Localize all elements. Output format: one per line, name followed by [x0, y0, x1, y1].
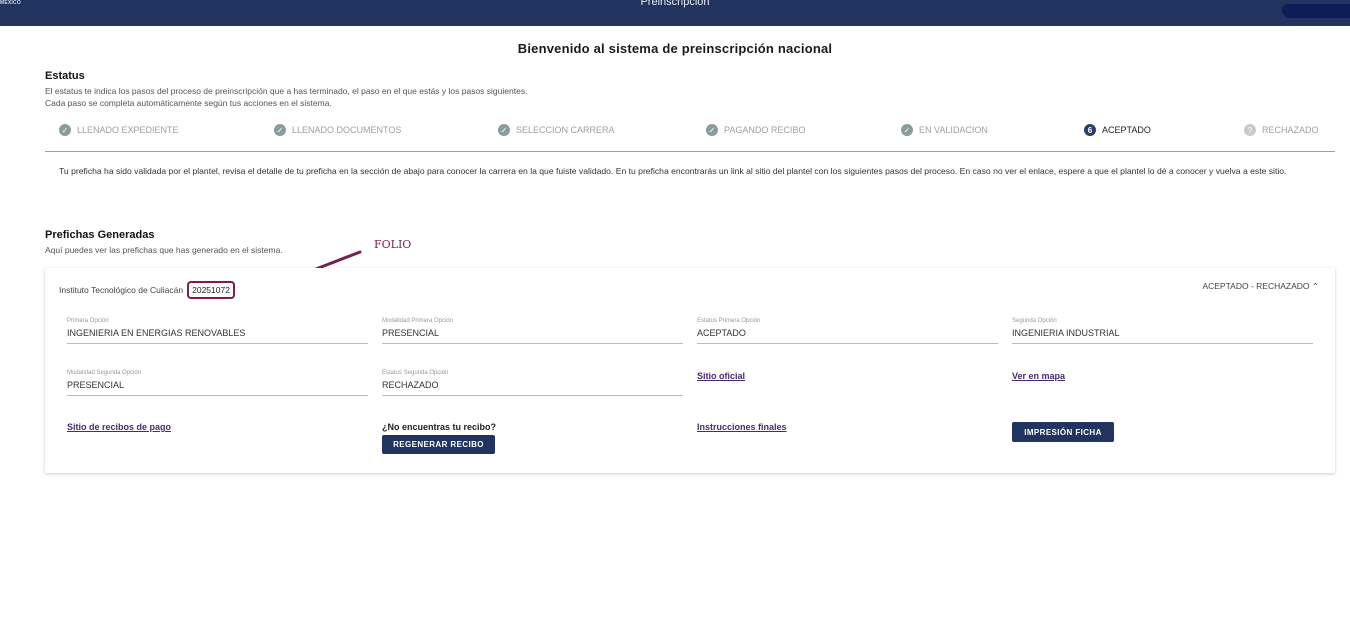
field-value: INGENIERIA INDUSTRIAL	[1012, 328, 1120, 338]
folio-number: 20251072	[187, 281, 235, 299]
field-value: ACEPTADO	[697, 328, 746, 338]
step-label: SELECCION CARRERA	[516, 125, 615, 135]
sitio-oficial-link[interactable]: Sitio oficial	[697, 371, 745, 381]
preficha-status-label: ACEPTADO - RECHAZADO	[1202, 281, 1310, 291]
check-icon: ✓	[498, 124, 510, 136]
step-pagando-recibo: ✓ PAGANDO RECIBO	[706, 124, 805, 136]
ver-en-mapa-link[interactable]: Ver en mapa	[1012, 371, 1065, 381]
check-icon: ✓	[706, 124, 718, 136]
estatus-segunda-field: Estatus Segunda Opción RECHAZADO	[382, 370, 683, 396]
step-en-validacion: ✓ EN VALIDACION	[901, 124, 988, 136]
field-label: Primera Opción	[67, 318, 109, 324]
modalidad-segunda-field: Modalidad Segunda Opción PRESENCIAL	[67, 370, 368, 396]
status-description-1: El estatus te indica los pasos del proce…	[45, 86, 528, 96]
step-label: ACEPTADO	[1102, 125, 1151, 135]
field-label: Modalidad Primera Opción	[382, 318, 454, 324]
field-label: Estatus Primera Opción	[697, 318, 761, 324]
step-aceptado: 6 ACEPTADO	[1084, 124, 1151, 136]
field-value: PRESENCIAL	[382, 328, 440, 338]
folio-annotation: FOLIO	[374, 238, 412, 251]
no-recibo-question: ¿No encuentras tu recibo?	[382, 422, 497, 432]
preficha-header: Instituto Tecnológico de Culiacán 202510…	[59, 281, 235, 299]
prefichas-title: Prefichas Generadas	[45, 229, 155, 241]
chevron-up-icon: ⌃	[1311, 281, 1319, 291]
instrucciones-finales-link[interactable]: Instrucciones finales	[697, 422, 787, 432]
field-label: Modalidad Segunda Opción	[67, 370, 142, 376]
step-label: LLENADO EXPEDIENTE	[77, 125, 179, 135]
impresion-ficha-button[interactable]: IMPRESIÓN FICHA	[1012, 422, 1114, 442]
step-llenado-expediente: ✓ LLENADO EXPEDIENTE	[59, 124, 179, 136]
institution-name: Instituto Tecnológico de Culiacán	[59, 285, 184, 295]
navbar-title: Preinscripción	[640, 0, 710, 8]
step-label: RECHAZADO	[1262, 125, 1319, 135]
page-title: Bienvenido al sistema de preinscripción …	[517, 41, 833, 56]
check-icon: ✓	[901, 124, 913, 136]
top-navbar: MÉXICO Preinscripción	[0, 0, 1350, 26]
primera-opcion-field: Primera Opción INGENIERIA EN ENERGIAS RE…	[67, 318, 368, 344]
segunda-opcion-field: Segunda Opción INGENIERIA INDUSTRIAL	[1012, 318, 1313, 344]
check-icon: ✓	[59, 124, 71, 136]
estatus-primera-field: Estatus Primera Opción ACEPTADO	[697, 318, 998, 344]
step-seleccion-carrera: ✓ SELECCION CARRERA	[498, 124, 615, 136]
step-llenado-documentos: ✓ LLENADO DOCUMENTOS	[274, 124, 401, 136]
preficha-card: Instituto Tecnológico de Culiacán 202510…	[45, 268, 1335, 473]
step-label: LLENADO DOCUMENTOS	[292, 125, 402, 135]
sitio-recibos-link[interactable]: Sitio de recibos de pago	[67, 422, 171, 432]
status-description-2: Cada paso se completa automáticamente se…	[45, 98, 332, 108]
status-title: Estatus	[45, 70, 85, 82]
prefichas-subtitle: Aquí puedes ver las prefichas que has ge…	[45, 245, 283, 255]
brush-decoration	[1282, 4, 1350, 18]
step-label: PAGANDO RECIBO	[724, 125, 806, 135]
field-value: PRESENCIAL	[67, 380, 125, 390]
field-value: RECHAZADO	[382, 380, 439, 390]
step-label: EN VALIDACION	[919, 125, 988, 135]
field-label: Estatus Segunda Opción	[382, 370, 449, 376]
preficha-status-toggle[interactable]: ACEPTADO - RECHAZADO ⌃	[1202, 281, 1319, 292]
step-rechazado: ? RECHAZADO	[1244, 124, 1319, 136]
question-icon: ?	[1244, 124, 1256, 136]
status-stepper: ✓ LLENADO EXPEDIENTE ✓ LLENADO DOCUMENTO…	[45, 116, 1335, 152]
modalidad-primera-field: Modalidad Primera Opción PRESENCIAL	[382, 318, 683, 344]
regenerar-recibo-button[interactable]: REGENERAR RECIBO	[382, 435, 495, 454]
step-number-badge: 6	[1084, 124, 1096, 136]
field-value: INGENIERIA EN ENERGIAS RENOVABLES	[67, 328, 246, 338]
check-icon: ✓	[274, 124, 286, 136]
validation-notice: Tu preficha ha sido validada por el plan…	[59, 166, 1287, 176]
field-label: Segunda Opción	[1012, 318, 1057, 324]
